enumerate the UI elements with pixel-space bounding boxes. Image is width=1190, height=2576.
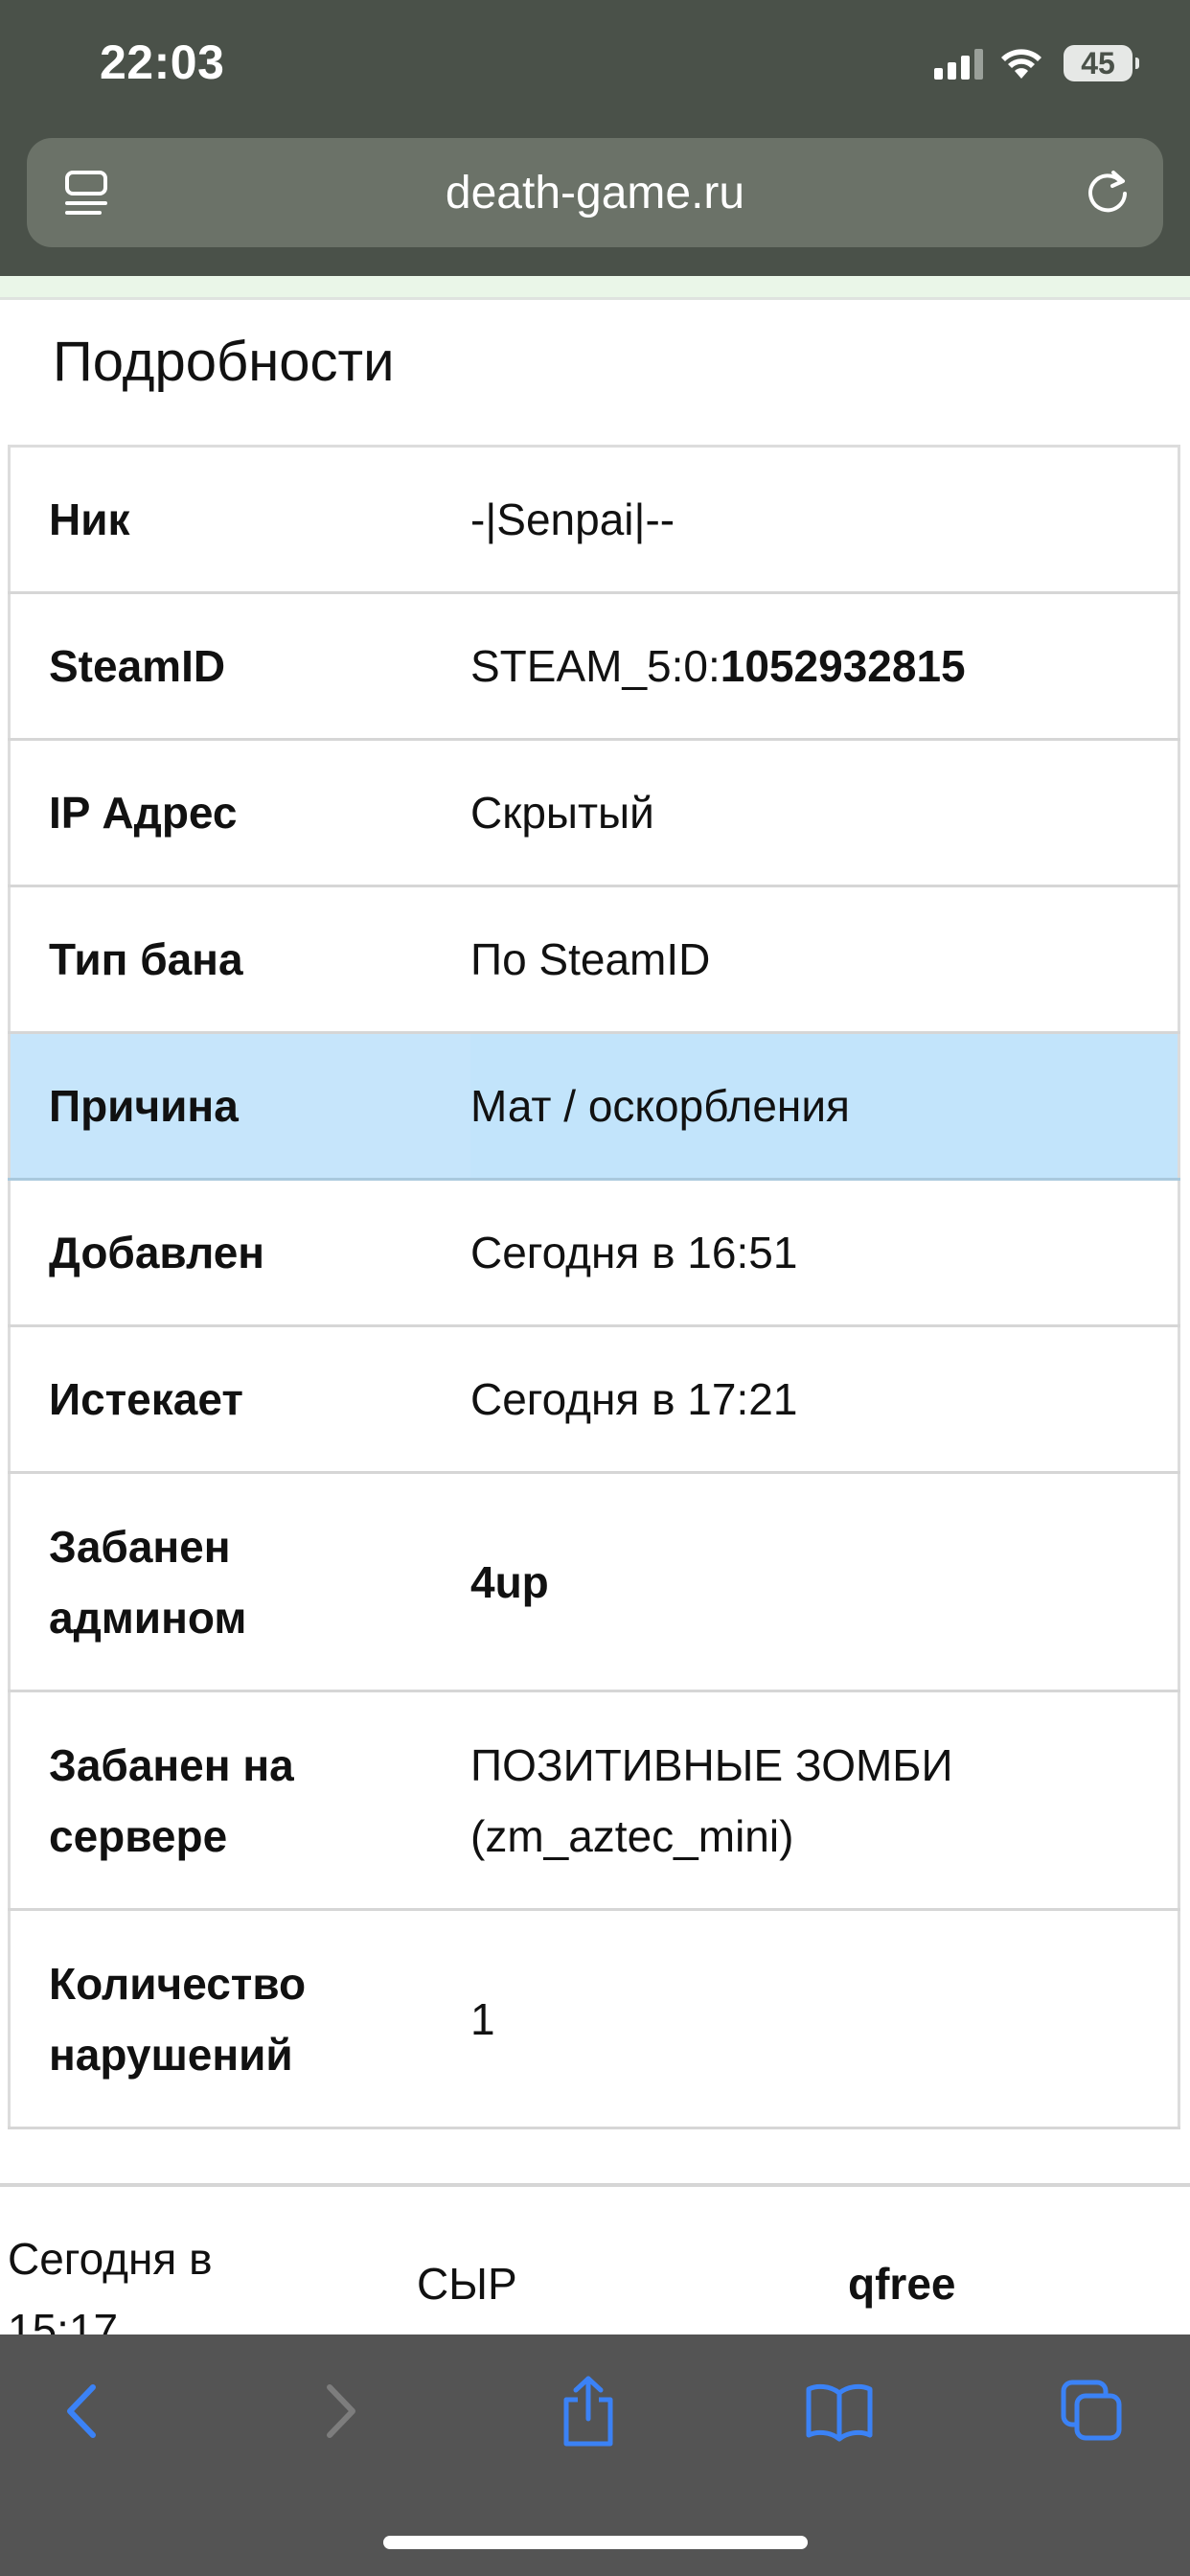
ip-value: Скрытый [470,788,654,838]
steamid-label: SteamID [49,641,226,691]
added-value: Сегодня в 16:51 [470,1228,798,1277]
server-map: (zm_aztec_mini) [470,1810,794,1861]
table-row-steamid: SteamID STEAM_5:0:1052932815 [9,593,1179,740]
admin-label-line-2: админом [49,1592,247,1643]
admin-label: Забанен админом [10,1473,471,1691]
server-label-line-1: Забанен на [49,1739,294,1790]
bookmarks-icon [806,2383,873,2442]
url-text[interactable]: death-game.ru [27,167,1163,219]
table-row-nick: Ник -|Senpai|-- [9,447,1179,593]
nick-value: -|Senpai|-- [470,494,675,544]
page-title: Подробности [53,331,395,393]
wifi-icon [1001,49,1041,79]
forward-button[interactable] [301,2373,378,2450]
admin-label-line-1: Забанен [49,1521,231,1572]
steamid-value: STEAM_5:0:1052932815 [470,593,1179,740]
tabs-icon [1061,2380,1122,2441]
server-name: ПОЗИТИВНЫЕ ЗОМБИ [470,1739,953,1790]
history-date-line-2: 15:17 [8,2305,119,2334]
section-divider [0,2183,1190,2187]
table-row-server: Забанен на сервере ПОЗИТИВНЫЕ ЗОМБИ (zm_az… [9,1691,1179,1910]
back-button[interactable] [45,2373,122,2450]
steamid-number: 1052932815 [720,641,966,691]
bookmarks-button[interactable] [801,2373,878,2450]
table-row-expires: Истекает Сегодня в 17:21 [9,1326,1179,1473]
ban-details-table: Ник -|Senpai|-- SteamID STEAM_5:0:105293… [8,445,1180,2129]
expires-value: Сегодня в 17:21 [470,1374,798,1424]
reason-value: Мат / оскорбления [470,1032,1179,1180]
server-label: Забанен на сервере [10,1691,471,1910]
admin-value: 4up [470,1556,549,1607]
battery-icon: 45 [1064,45,1139,81]
history-date: Сегодня в 15:17 [8,2223,295,2334]
tabs-button[interactable] [1054,2373,1131,2450]
battery-level: 45 [1081,45,1115,80]
added-label: Добавлен [49,1228,265,1277]
share-button[interactable] [550,2373,627,2450]
share-icon [563,2376,613,2447]
server-value: ПОЗИТИВНЫЕ ЗОМБИ (zm_aztec_mini) [470,1691,1179,1910]
home-indicator[interactable] [383,2536,808,2549]
violations-label-line-1: Количество [49,1958,307,2009]
history-player-name: СЫР [417,2259,517,2309]
violations-label: Количество нарушений [10,1910,471,2128]
expires-label: Истекает [49,1374,243,1424]
reason-label: Причина [9,1032,470,1180]
history-date-line-1: Сегодня в [8,2234,213,2284]
violations-value: 1 [470,1993,495,2044]
server-label-line-2: сервере [49,1810,228,1861]
table-row-ip: IP Адрес Скрытый [9,740,1179,886]
ban-type-value: По SteamID [470,934,711,984]
status-time: 22:03 [100,35,225,89]
cellular-signal-icon [934,47,983,80]
back-icon [67,2384,96,2438]
ip-label: IP Адрес [49,788,238,838]
table-row-admin: Забанен админом 4up [9,1473,1179,1691]
nick-label: Ник [49,494,130,544]
reload-icon[interactable] [1079,163,1136,220]
table-row-added: Добавлен Сегодня в 16:51 [9,1180,1179,1326]
table-row-reason: Причина Мат / оскорбления [9,1032,1179,1180]
page-top-strip [0,276,1190,300]
steamid-prefix: STEAM_5:0: [470,641,721,691]
browser-top-bar: 22:03 45 death-game.ru [0,0,1190,276]
ban-type-label: Тип бана [49,934,243,984]
forward-icon [327,2384,355,2438]
history-admin-name: qfree [848,2259,956,2309]
address-bar[interactable]: death-game.ru [27,138,1163,247]
status-icons: 45 [934,40,1139,86]
table-row-violations: Количество нарушений 1 [9,1910,1179,2128]
history-list-item[interactable]: Сегодня в 15:17 СЫР qfree [0,2214,1190,2334]
violations-label-line-2: нарушений [49,2029,293,2080]
table-row-ban-type: Тип бана По SteamID [9,886,1179,1033]
